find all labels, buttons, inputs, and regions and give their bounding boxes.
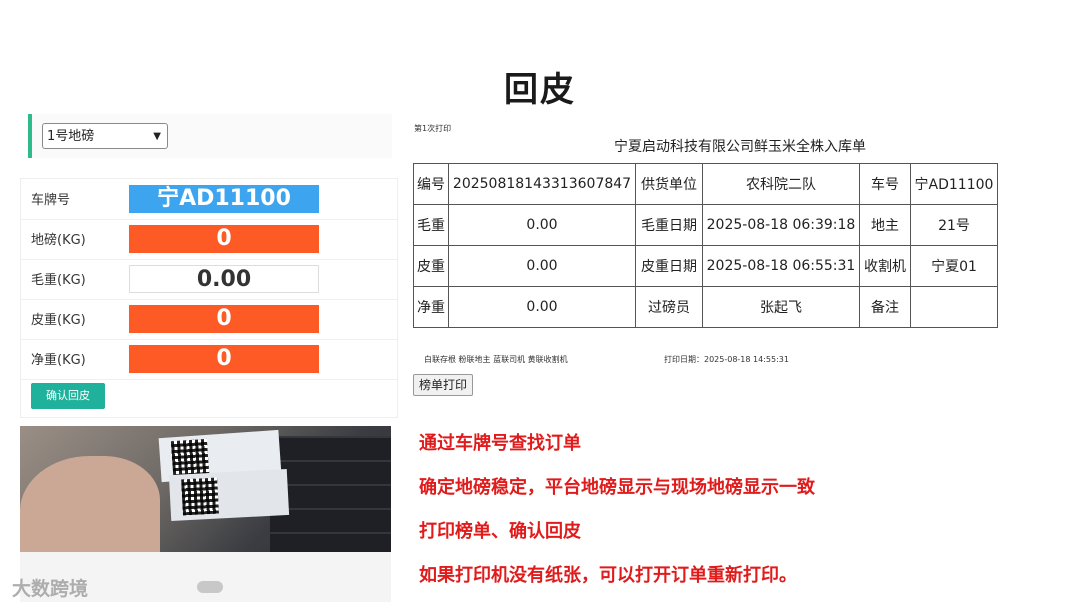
instruction-notes: 通过车牌号查找订单 确定地磅稳定，平台地磅显示与现场地磅显示一致 打印榜单、确认…: [419, 430, 815, 606]
label-sticker-image: [168, 468, 290, 522]
table-cell: 皮重: [413, 245, 449, 287]
table-cell: 编号: [413, 163, 449, 205]
net-weight-label: 净重(KG): [31, 353, 86, 368]
tare-weight-value: 0: [129, 305, 319, 333]
instruction-item: 确定地磅稳定，平台地磅显示与现场地磅显示一致: [419, 477, 815, 498]
table-cell: 0.00: [448, 286, 636, 328]
weighing-slip-photo: [20, 426, 391, 552]
row-tare-weight: 皮重(KG) 0: [21, 299, 397, 340]
scale-select-value: 1号地磅: [47, 129, 95, 144]
slip-title: 宁夏启动科技有限公司鲜玉米全株入库单: [614, 139, 866, 155]
table-cell: 0.00: [448, 245, 636, 287]
page-title: 回皮: [504, 70, 576, 110]
toggle-switch[interactable]: [197, 581, 223, 593]
table-row: 编号 20250818143313607847 供货单位 农科院二队 车号 宁A…: [413, 163, 998, 205]
table-cell: 20250818143313607847: [448, 163, 636, 205]
row-scale-weight: 地磅(KG) 0: [21, 219, 397, 260]
table-row: 净重 0.00 过磅员 张起飞 备注: [413, 286, 998, 328]
table-cell: 净重: [413, 286, 449, 328]
table-cell: 宁AD11100: [910, 163, 998, 205]
copy-distribution-note: 白联存根 粉联地主 蓝联司机 黄联收割机: [424, 355, 568, 364]
hand-image: [20, 456, 160, 552]
tare-weight-label: 皮重(KG): [31, 313, 86, 328]
table-cell: 收割机: [859, 245, 911, 287]
print-slip-button[interactable]: 榜单打印: [413, 374, 473, 396]
weighing-form: 车牌号 宁AD11100 地磅(KG) 0 毛重(KG) 0.00 皮重(KG)…: [20, 178, 398, 418]
print-count: 第1次打印: [414, 124, 452, 133]
table-cell: 21号: [910, 204, 998, 246]
chevron-down-icon: ▼: [153, 131, 161, 142]
table-row: 毛重 0.00 毛重日期 2025-08-18 06:39:18 地主 21号: [413, 204, 998, 246]
confirm-tare-button[interactable]: 确认回皮: [31, 383, 105, 409]
table-cell: 毛重: [413, 204, 449, 246]
scale-weight-value: 0: [129, 225, 319, 253]
gross-weight-label: 毛重(KG): [31, 273, 86, 288]
scale-select-panel: 1号地磅 ▼: [28, 114, 392, 158]
table-cell: 皮重日期: [635, 245, 703, 287]
watermark-logo: 大数跨境: [12, 578, 89, 600]
instruction-item: 打印榜单、确认回皮: [419, 521, 581, 542]
table-cell: 农科院二队: [702, 163, 860, 205]
instruction-item: 通过车牌号查找订单: [419, 433, 581, 454]
table-cell: 0.00: [448, 204, 636, 246]
row-net-weight: 净重(KG) 0: [21, 339, 397, 380]
print-date: 打印日期：2025-08-18 14:55:31: [664, 355, 789, 364]
table-cell: [910, 286, 998, 328]
keyboard-image: [270, 436, 391, 552]
table-cell: 车号: [859, 163, 911, 205]
table-cell: 备注: [859, 286, 911, 328]
table-cell: 宁夏01: [910, 245, 998, 287]
row-plate: 车牌号 宁AD11100: [21, 179, 397, 220]
table-cell: 过磅员: [635, 286, 703, 328]
plate-label: 车牌号: [31, 193, 71, 208]
table-cell: 供货单位: [635, 163, 703, 205]
gross-weight-value: 0.00: [129, 265, 319, 293]
table-cell: 地主: [859, 204, 911, 246]
table-cell: 2025-08-18 06:55:31: [702, 245, 860, 287]
scale-weight-label: 地磅(KG): [31, 233, 86, 248]
table-cell: 2025-08-18 06:39:18: [702, 204, 860, 246]
net-weight-value: 0: [129, 345, 319, 373]
table-cell: 张起飞: [702, 286, 860, 328]
slip-table: 编号 20250818143313607847 供货单位 农科院二队 车号 宁A…: [413, 163, 998, 328]
table-cell: 毛重日期: [635, 204, 703, 246]
row-gross-weight: 毛重(KG) 0.00: [21, 259, 397, 300]
plate-value: 宁AD11100: [129, 185, 319, 213]
instruction-item: 如果打印机没有纸张，可以打开订单重新打印。: [419, 565, 797, 586]
table-row: 皮重 0.00 皮重日期 2025-08-18 06:55:31 收割机 宁夏0…: [413, 245, 998, 287]
scale-select[interactable]: 1号地磅 ▼: [42, 123, 168, 149]
